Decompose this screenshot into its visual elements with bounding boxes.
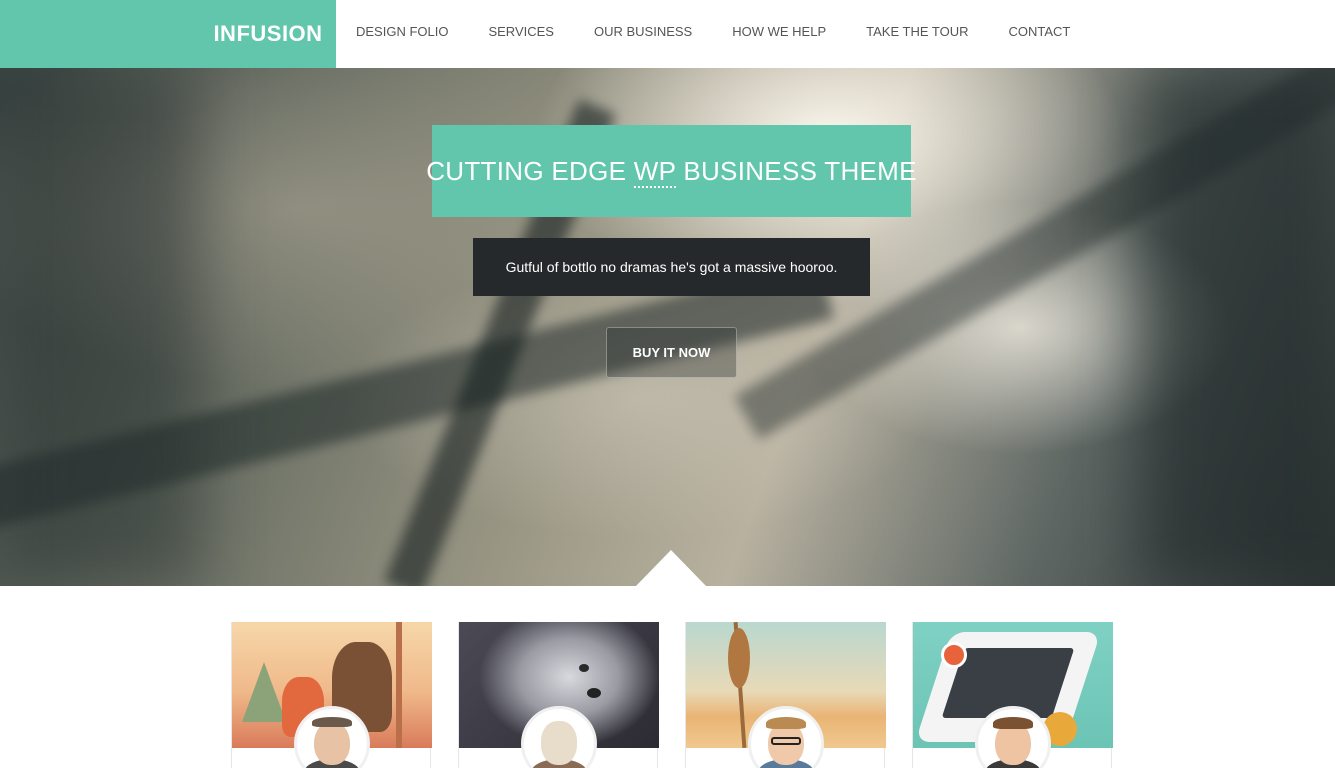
nav-our-business[interactable]: OUR BUSINESS: [574, 0, 712, 68]
hero-subtitle-box: Gutful of bottlo no dramas he's got a ma…: [473, 238, 870, 296]
nav-design-folio[interactable]: DESIGN FOLIO: [336, 0, 468, 68]
hero-title-box: CUTTING EDGE WP BUSINESS THEME: [426, 125, 916, 217]
hero-section: CUTTING EDGE WP BUSINESS THEME Gutful of…: [0, 68, 1335, 586]
glasses-icon: [771, 737, 801, 745]
illustration-pole: [396, 622, 402, 748]
nav-contact[interactable]: CONTACT: [988, 0, 1090, 68]
wolf-eye: [579, 664, 589, 672]
illustration-qr-badge: [941, 642, 967, 668]
team-card[interactable]: [458, 622, 659, 768]
team-card[interactable]: [231, 622, 432, 768]
team-section: [231, 622, 1113, 768]
main-nav: DESIGN FOLIO SERVICES OUR BUSINESS HOW W…: [336, 0, 1090, 68]
nav-services[interactable]: SERVICES: [468, 0, 574, 68]
wheat-head: [728, 628, 750, 688]
buy-it-now-button[interactable]: BUY IT NOW: [606, 327, 737, 378]
hero-background-blur: [0, 68, 200, 586]
hero-subtitle: Gutful of bottlo no dramas he's got a ma…: [505, 259, 838, 275]
site-logo[interactable]: INFUSION: [200, 0, 336, 68]
hero-title: CUTTING EDGE WP BUSINESS THEME: [426, 155, 917, 188]
site-header: INFUSION DESIGN FOLIO SERVICES OUR BUSIN…: [0, 0, 1335, 68]
header-accent-strip: [0, 0, 200, 68]
hero-notch: [636, 550, 706, 586]
nav-take-the-tour[interactable]: TAKE THE TOUR: [846, 0, 988, 68]
wolf-nose: [587, 688, 601, 698]
team-card[interactable]: [685, 622, 886, 768]
nav-how-we-help[interactable]: HOW WE HELP: [712, 0, 846, 68]
team-card[interactable]: [912, 622, 1113, 768]
hero-background-blur: [1140, 68, 1335, 586]
illustration-tree: [242, 662, 286, 722]
wp-abbreviation: WP: [633, 155, 676, 188]
